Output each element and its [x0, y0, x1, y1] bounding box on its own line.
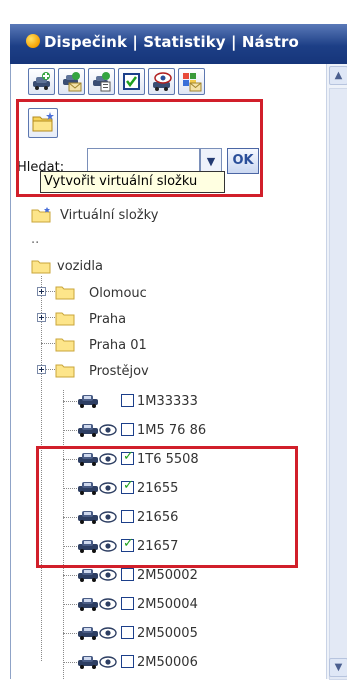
ok-button[interactable]: OK	[227, 148, 259, 174]
vehicle-checkbox[interactable]	[121, 626, 134, 639]
check-icon: ✓	[123, 478, 134, 493]
tree-connector	[63, 575, 77, 576]
folder-icon	[55, 312, 75, 326]
vehicle-checkbox[interactable]	[121, 568, 134, 581]
folder-icon	[55, 338, 75, 352]
expand-toggle-icon[interactable]	[37, 287, 46, 296]
expand-toggle-icon[interactable]	[37, 365, 46, 374]
eye-icon[interactable]	[99, 598, 117, 610]
check-icon: ✓	[123, 536, 134, 551]
tree-connector	[63, 401, 77, 402]
vehicle-label[interactable]: 1M5 76 86	[137, 423, 206, 438]
tree-connector	[63, 633, 77, 634]
tree-connector	[63, 390, 64, 679]
folder-icon	[55, 286, 75, 300]
folder-item[interactable]: Praha	[89, 312, 126, 327]
tree-connector	[63, 430, 77, 431]
vehicle-label[interactable]: 2M50004	[137, 597, 198, 612]
vehicle-label[interactable]: 21655	[137, 481, 178, 496]
folder-item[interactable]: Prostějov	[89, 364, 149, 379]
vehicle-label[interactable]: 21657	[137, 539, 178, 554]
vehicle-checkbox[interactable]	[121, 423, 134, 436]
expand-toggle-icon[interactable]	[37, 313, 46, 322]
send-vehicle-message-button[interactable]	[58, 68, 85, 95]
tree-connector	[63, 517, 77, 518]
folder-icon	[55, 364, 75, 378]
vertical-scrollbar[interactable]: ▲ ▼	[326, 64, 347, 680]
vehicle-label[interactable]: 2M50006	[137, 655, 198, 670]
folder-item[interactable]: Praha 01	[89, 338, 147, 353]
folder-item[interactable]: Olomouc	[89, 286, 147, 301]
vehicle-label[interactable]: 2M50002	[137, 568, 198, 583]
add-vehicle-button[interactable]	[28, 68, 55, 95]
menu-items[interactable]: Dispečink | Statistiky | Nástro	[44, 33, 299, 51]
car-icon	[78, 598, 98, 611]
eye-icon[interactable]	[99, 540, 117, 552]
virtual-folders-label[interactable]: Virtuální složky	[60, 208, 158, 223]
eye-icon[interactable]	[99, 656, 117, 668]
tree-connector	[41, 343, 55, 344]
tree-connector	[41, 276, 42, 661]
car-icon	[78, 569, 98, 582]
tree-connector	[63, 604, 77, 605]
group-message-button[interactable]	[178, 68, 205, 95]
vehicle-checkbox[interactable]	[121, 655, 134, 668]
vehicle-label[interactable]: 21656	[137, 510, 178, 525]
tree-connector	[63, 662, 77, 663]
checkbox-icon	[123, 73, 140, 90]
tooltip: Vytvořit virtuální složku	[40, 171, 225, 193]
tree-connector	[63, 459, 77, 460]
eye-icon[interactable]	[99, 569, 117, 581]
tree-ellipsis: ..	[31, 232, 40, 247]
vehicle-document-button[interactable]	[88, 68, 115, 95]
vehicle-label[interactable]: 1T6 5508	[137, 452, 199, 467]
vehicle-checkbox[interactable]	[121, 394, 134, 407]
car-icon	[78, 395, 98, 408]
tree-root-vozidla[interactable]: vozidla	[57, 259, 103, 274]
folder-icon	[31, 260, 51, 274]
vehicle-checkbox[interactable]: ✓	[121, 449, 134, 465]
tree-connector	[63, 546, 77, 547]
vehicle-checkbox[interactable]: ✓	[121, 536, 134, 552]
virtual-folder-icon	[31, 207, 51, 223]
vehicle-label[interactable]: 2M50005	[137, 626, 198, 641]
car-icon	[78, 511, 98, 524]
menu-bar: Dispečink | Statistiky | Nástro	[10, 24, 347, 64]
scroll-down-arrow-icon[interactable]: ▼	[329, 658, 347, 677]
check-icon: ✓	[123, 449, 134, 464]
status-indicator-icon	[26, 34, 40, 48]
app-window: Dispečink | Statistiky | Nástro ▲ ▼ Hled…	[0, 0, 347, 680]
vehicle-checkbox[interactable]	[121, 597, 134, 610]
car-plus-icon	[33, 72, 50, 90]
car-envelope-icon	[63, 72, 82, 92]
eye-icon[interactable]	[99, 424, 117, 436]
scroll-up-arrow-icon[interactable]: ▲	[329, 66, 347, 85]
scroll-track[interactable]	[329, 88, 347, 680]
group-envelope-icon	[183, 73, 202, 92]
vehicle-checkbox[interactable]: ✓	[121, 478, 134, 494]
eye-icon[interactable]	[99, 453, 117, 465]
car-icon	[78, 540, 98, 553]
eye-icon[interactable]	[99, 511, 117, 523]
create-virtual-folder-button[interactable]	[28, 108, 58, 138]
car-icon	[78, 482, 98, 495]
car-icon	[78, 656, 98, 669]
checkbox-select-button[interactable]	[118, 68, 145, 95]
car-icon	[78, 424, 98, 437]
tree-connector	[63, 488, 77, 489]
car-eye-icon	[153, 72, 172, 91]
car-icon	[78, 453, 98, 466]
vehicle-visibility-button[interactable]	[148, 68, 175, 95]
eye-icon[interactable]	[99, 482, 117, 494]
eye-icon[interactable]	[99, 627, 117, 639]
vehicle-label[interactable]: 1M33333	[137, 394, 198, 409]
car-document-icon	[93, 72, 111, 92]
vehicle-checkbox[interactable]	[121, 510, 134, 523]
folder-star-icon	[32, 112, 54, 132]
car-icon	[78, 627, 98, 640]
